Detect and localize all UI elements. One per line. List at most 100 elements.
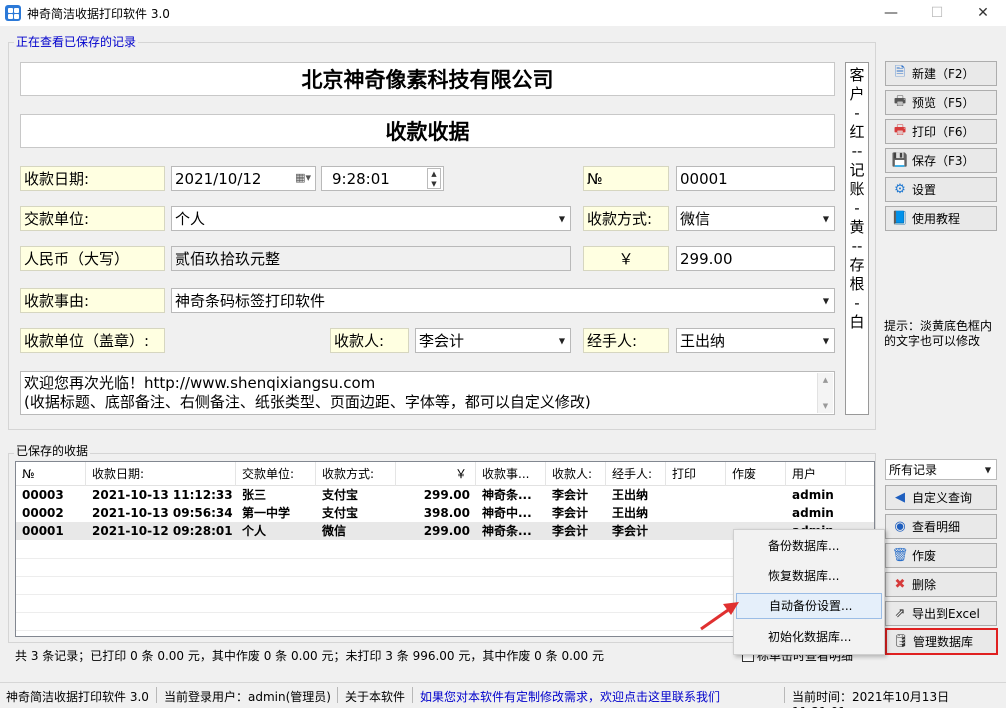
saved-group-label: 已保存的收据 bbox=[14, 442, 91, 459]
preview-button[interactable]: 🖶 预览（F5） bbox=[885, 90, 997, 115]
cell-reason: 神奇中... bbox=[482, 506, 532, 520]
status-app-name: 神奇简洁收据打印软件 3.0 bbox=[6, 690, 149, 704]
delete-button[interactable]: ✖ 删除 bbox=[885, 572, 997, 597]
cell-method: 支付宝 bbox=[322, 506, 359, 520]
column-header[interactable]: 作废 bbox=[726, 462, 786, 486]
save-button[interactable]: 💾 保存（F3） bbox=[885, 148, 997, 173]
cell-amount: 299.00 bbox=[423, 488, 470, 502]
column-header[interactable]: 收款事... bbox=[476, 462, 546, 486]
table-row[interactable]: 00003 2021-10-13 11:12:33 张三 支付宝 299.00 … bbox=[16, 486, 874, 504]
rmb-label[interactable]: 人民币（大写） bbox=[20, 246, 165, 271]
custom-query-label: 自定义查询 bbox=[912, 491, 973, 505]
memo-scrollbar[interactable]: ▲ ▼ bbox=[817, 373, 833, 413]
about-link[interactable]: 关于本软件 bbox=[345, 688, 405, 705]
column-header[interactable]: 打印 bbox=[666, 462, 726, 486]
time-spinner[interactable]: ▲ ▼ bbox=[427, 168, 441, 189]
column-header[interactable]: 收款日期: bbox=[86, 462, 236, 486]
side-note-char: 户 bbox=[849, 85, 865, 103]
column-header[interactable]: 用户 bbox=[786, 462, 846, 486]
cell-collector: 李会计 bbox=[552, 506, 589, 520]
collector-label[interactable]: 收款人: bbox=[330, 328, 409, 353]
cell-collector: 李会计 bbox=[552, 488, 589, 502]
number-field[interactable]: 00001 bbox=[676, 166, 835, 191]
column-header[interactable]: 交款单位: bbox=[236, 462, 316, 486]
table-header: № 收款日期: 交款单位: 收款方式: ￥ 收款事... 收款人: 经手人: 打… bbox=[16, 462, 874, 486]
date-picker[interactable]: 2021/10/12 ▦▾ bbox=[171, 166, 316, 191]
export-icon: ⇗ bbox=[894, 606, 906, 621]
close-button[interactable]: ✕ bbox=[960, 0, 1006, 26]
custom-request-link[interactable]: 如果您对本软件有定制修改需求，欢迎点击这里联系我们 bbox=[420, 688, 720, 705]
cell-user: admin bbox=[792, 506, 834, 520]
table-row[interactable]: 00002 2021-10-13 09:56:34 第一中学 支付宝 398.0… bbox=[16, 504, 874, 522]
side-note-char: 记 bbox=[849, 161, 865, 179]
database-context-menu: 备份数据库... 恢复数据库... 自动备份设置... 初始化数据库... bbox=[733, 529, 885, 655]
chevron-down-icon: ▼ bbox=[984, 465, 991, 474]
method-label[interactable]: 收款方式: bbox=[583, 206, 669, 231]
collector-select[interactable]: 李会计 ▼ bbox=[415, 328, 571, 353]
company-title[interactable]: 北京神奇像素科技有限公司 bbox=[20, 62, 835, 96]
date-label[interactable]: 收款日期: bbox=[20, 166, 165, 191]
payer-select[interactable]: 个人 ▼ bbox=[171, 206, 571, 231]
settings-button[interactable]: ⚙ 设置 bbox=[885, 177, 997, 202]
calendar-icon[interactable]: ▦▾ bbox=[295, 171, 311, 184]
void-button[interactable]: 🗑 作废 bbox=[885, 543, 997, 568]
chevron-down-icon: ▼ bbox=[558, 214, 565, 223]
column-header[interactable]: 收款人: bbox=[546, 462, 606, 486]
column-header[interactable]: 经手人: bbox=[606, 462, 666, 486]
reason-select[interactable]: 神奇条码标签打印软件 ▼ bbox=[171, 288, 835, 313]
cell-method: 微信 bbox=[322, 524, 347, 538]
database-icon: 🛢 bbox=[892, 634, 910, 649]
column-header[interactable]: ￥ bbox=[396, 462, 476, 486]
menu-item-backup[interactable]: 备份数据库... bbox=[736, 533, 882, 559]
view-details-button[interactable]: ◉ 查看明细 bbox=[885, 514, 997, 539]
form-group-label: 正在查看已保存的记录 bbox=[14, 33, 139, 50]
cell-date: 2021-10-13 11:12:33 bbox=[92, 488, 233, 502]
reason-label[interactable]: 收款事由: bbox=[20, 288, 165, 313]
payer-label[interactable]: 交款单位: bbox=[20, 206, 165, 231]
yen-label[interactable]: ￥ bbox=[583, 246, 669, 271]
delete-label: 删除 bbox=[912, 578, 937, 592]
custom-query-button[interactable]: ◀ 自定义查询 bbox=[885, 485, 997, 510]
handler-label[interactable]: 经手人: bbox=[583, 328, 669, 353]
cell-number: 00001 bbox=[22, 524, 64, 538]
maximize-button[interactable]: ☐ bbox=[914, 0, 960, 26]
details-icon: ◉ bbox=[894, 519, 906, 534]
side-note[interactable]: 客 户 - 红 -- 记 账 - 黄 -- 存 根 - 白 bbox=[845, 62, 869, 415]
save-button-label: 保存（F3） bbox=[912, 154, 975, 168]
menu-item-restore[interactable]: 恢复数据库... bbox=[736, 563, 882, 589]
handler-value: 王出纳 bbox=[680, 332, 726, 350]
export-excel-button[interactable]: ⇗ 导出到Excel bbox=[885, 601, 997, 626]
menu-item-auto-backup[interactable]: 自动备份设置... bbox=[736, 593, 882, 619]
time-input[interactable]: 9:28:01 ▲ ▼ bbox=[321, 166, 444, 191]
new-button[interactable]: 🗎 新建（F2） bbox=[885, 61, 997, 86]
method-select[interactable]: 微信 ▼ bbox=[676, 206, 835, 231]
print-button[interactable]: 🖶 打印（F6） bbox=[885, 119, 997, 144]
annotation-arrow bbox=[700, 602, 739, 631]
side-note-char: 红 bbox=[849, 123, 865, 141]
manage-database-button[interactable]: 🛢 管理数据库 bbox=[885, 628, 998, 655]
memo-textarea[interactable]: 欢迎您再次光临！http://www.shenqixiangsu.com (收据… bbox=[20, 371, 835, 415]
tutorial-button[interactable]: 📘 使用教程 bbox=[885, 206, 997, 231]
handler-select[interactable]: 王出纳 ▼ bbox=[676, 328, 835, 353]
column-header[interactable]: 收款方式: bbox=[316, 462, 396, 486]
minimize-button[interactable]: — bbox=[868, 0, 914, 26]
stamp-label[interactable]: 收款单位（盖章）: bbox=[20, 328, 165, 353]
cell-payer: 张三 bbox=[242, 488, 267, 502]
column-header[interactable]: № bbox=[16, 462, 86, 486]
filter-value: 所有记录 bbox=[889, 463, 938, 477]
app-icon bbox=[5, 5, 21, 21]
side-note-char: 白 bbox=[849, 313, 865, 331]
filter-select[interactable]: 所有记录 ▼ bbox=[885, 459, 997, 480]
print-button-label: 打印（F6） bbox=[912, 125, 975, 139]
cell-number: 00003 bbox=[22, 488, 64, 502]
cell-amount: 299.00 bbox=[423, 524, 470, 538]
amount-field[interactable]: 299.00 bbox=[676, 246, 835, 271]
cell-handler: 王出纳 bbox=[612, 488, 649, 502]
document-title[interactable]: 收款收据 bbox=[20, 114, 835, 148]
menu-item-initialize[interactable]: 初始化数据库... bbox=[736, 624, 882, 650]
book-icon: 📘 bbox=[891, 211, 909, 226]
chevron-down-icon: ▼ bbox=[822, 296, 829, 305]
void-label: 作废 bbox=[912, 549, 937, 563]
status-current-time: 当前时间：2021年10月13日 11:31:01 bbox=[792, 690, 950, 708]
number-label[interactable]: № bbox=[583, 166, 669, 191]
